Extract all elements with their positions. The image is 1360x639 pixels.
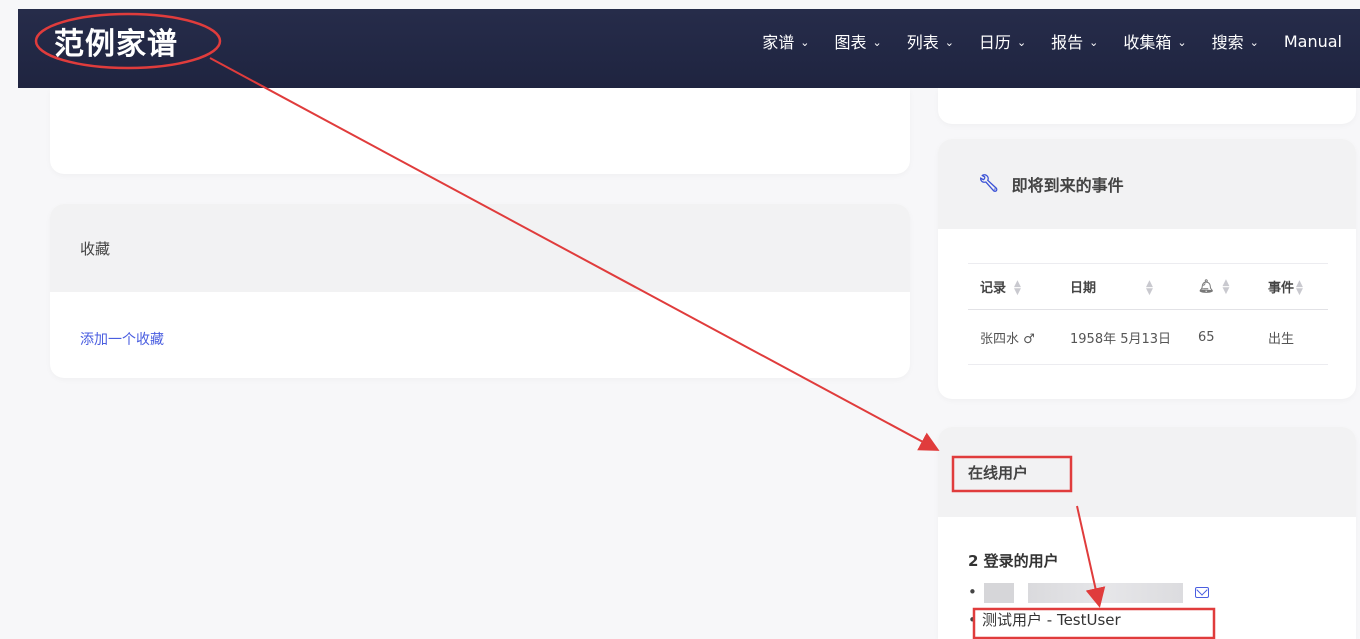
chevron-down-icon: ⌄: [1249, 35, 1259, 49]
menu-label: 搜索: [1211, 33, 1244, 52]
menu-label: 日历: [978, 33, 1011, 52]
menu-calendar[interactable]: 日历 ⌄: [979, 29, 1026, 53]
menu-tree[interactable]: 家谱 ⌄: [762, 29, 809, 53]
table-row: 张四水 ♂ 1958年 5月13日 65 出生: [968, 309, 1328, 365]
redacted-user-name: [1028, 582, 1183, 603]
column-label: 记录: [980, 280, 1007, 296]
upcoming-events-table: 记录 ▲ ▼ 日期 ▲ ▼ 🔔︎ ▲ ▼ 事件 ▲ ▼ 张四水 ♂ 1958年 5月13日 65…: [968, 263, 1328, 365]
online-users-title: 在线用户: [938, 427, 1356, 517]
main-menu: 家谱 ⌄ 图表 ⌄ 列表 ⌄ 日历 ⌄ 报告 ⌄ 收集箱 ⌄ 搜索 ⌄ Manual: [762, 29, 1342, 53]
mail-icon[interactable]: [1195, 587, 1209, 598]
upper-left-block: [50, 88, 910, 174]
chevron-down-icon: ⌄: [944, 35, 954, 49]
upper-right-block: [938, 88, 1356, 124]
menu-label: 家谱: [762, 33, 795, 52]
col-header-record[interactable]: 记录 ▲ ▼: [968, 263, 1058, 310]
upcoming-events-title: 即将到来的事件: [1011, 176, 1124, 195]
event-type: 出生: [1256, 309, 1328, 365]
online-users-block: 在线用户 2 登录的用户 测试用户 - TestUser: [938, 427, 1356, 639]
menu-label: 列表: [906, 33, 939, 52]
menu-lists[interactable]: 列表 ⌄: [907, 29, 954, 53]
wrench-icon: 🔧︎: [978, 174, 1000, 194]
menu-label: Manual: [1283, 31, 1342, 51]
sort-icon: ▲ ▼: [1296, 279, 1303, 298]
list-item: [968, 578, 1209, 606]
column-label: 事件: [1268, 280, 1295, 296]
col-header-date[interactable]: 日期 ▲ ▼: [1058, 263, 1186, 310]
col-header-event[interactable]: 事件 ▲ ▼: [1256, 263, 1328, 310]
chevron-down-icon: ⌄: [872, 35, 882, 49]
menu-manual[interactable]: Manual: [1284, 32, 1342, 51]
site-title[interactable]: 范例家谱: [54, 19, 178, 63]
upcoming-events-header: 🔧︎ 即将到来的事件: [938, 139, 1356, 229]
favorites-block: 收藏 添加一个收藏: [50, 204, 910, 378]
sort-icon: ▲ ▼: [1222, 277, 1230, 296]
menu-reports[interactable]: 报告 ⌄: [1051, 29, 1098, 53]
chevron-down-icon: ⌄: [1016, 35, 1027, 49]
anniversary-years: 65: [1186, 309, 1256, 365]
menu-charts[interactable]: 图表 ⌄: [834, 29, 881, 53]
chevron-down-icon: ⌄: [1089, 35, 1099, 49]
list-item: 测试用户 - TestUser: [968, 606, 1209, 634]
sort-icon: ▲ ▼: [1146, 279, 1153, 298]
menu-label: 图表: [834, 33, 867, 52]
col-header-anniversary[interactable]: 🔔︎ ▲ ▼: [1186, 263, 1256, 310]
bell-icon: 🔔︎: [1198, 279, 1215, 294]
add-favorite-link[interactable]: 添加一个收藏: [80, 329, 164, 349]
online-user-list: 测试用户 - TestUser: [968, 578, 1209, 634]
record-name-link[interactable]: 张四水 ♂: [968, 309, 1058, 365]
menu-label: 报告: [1051, 33, 1084, 52]
redacted-user-name: [984, 582, 1014, 603]
event-date: 1958年 5月13日: [1058, 309, 1186, 365]
online-user-name[interactable]: 测试用户 - TestUser: [982, 611, 1121, 629]
favorites-title: 收藏: [50, 204, 910, 292]
top-navbar: 范例家谱 家谱 ⌄ 图表 ⌄ 列表 ⌄ 日历 ⌄ 报告 ⌄ 收集箱 ⌄ 搜索 ⌄ Manual: [18, 9, 1360, 88]
chevron-down-icon: ⌄: [800, 35, 810, 49]
menu-search[interactable]: 搜索 ⌄: [1212, 29, 1259, 53]
menu-clippings[interactable]: 收集箱 ⌄: [1123, 29, 1186, 53]
column-label: 日期: [1070, 280, 1097, 296]
logged-in-count: 2 登录的用户: [968, 552, 1059, 570]
menu-label: 收集箱: [1123, 33, 1172, 52]
sort-icon: ▲ ▼: [1014, 279, 1021, 298]
chevron-down-icon: ⌄: [1177, 35, 1187, 49]
upcoming-events-block: 🔧︎ 即将到来的事件 记录 ▲ ▼ 日期 ▲ ▼ 🔔︎ ▲ ▼ 事件 ▲ ▼ 张四水 ♂ 195…: [938, 139, 1356, 399]
